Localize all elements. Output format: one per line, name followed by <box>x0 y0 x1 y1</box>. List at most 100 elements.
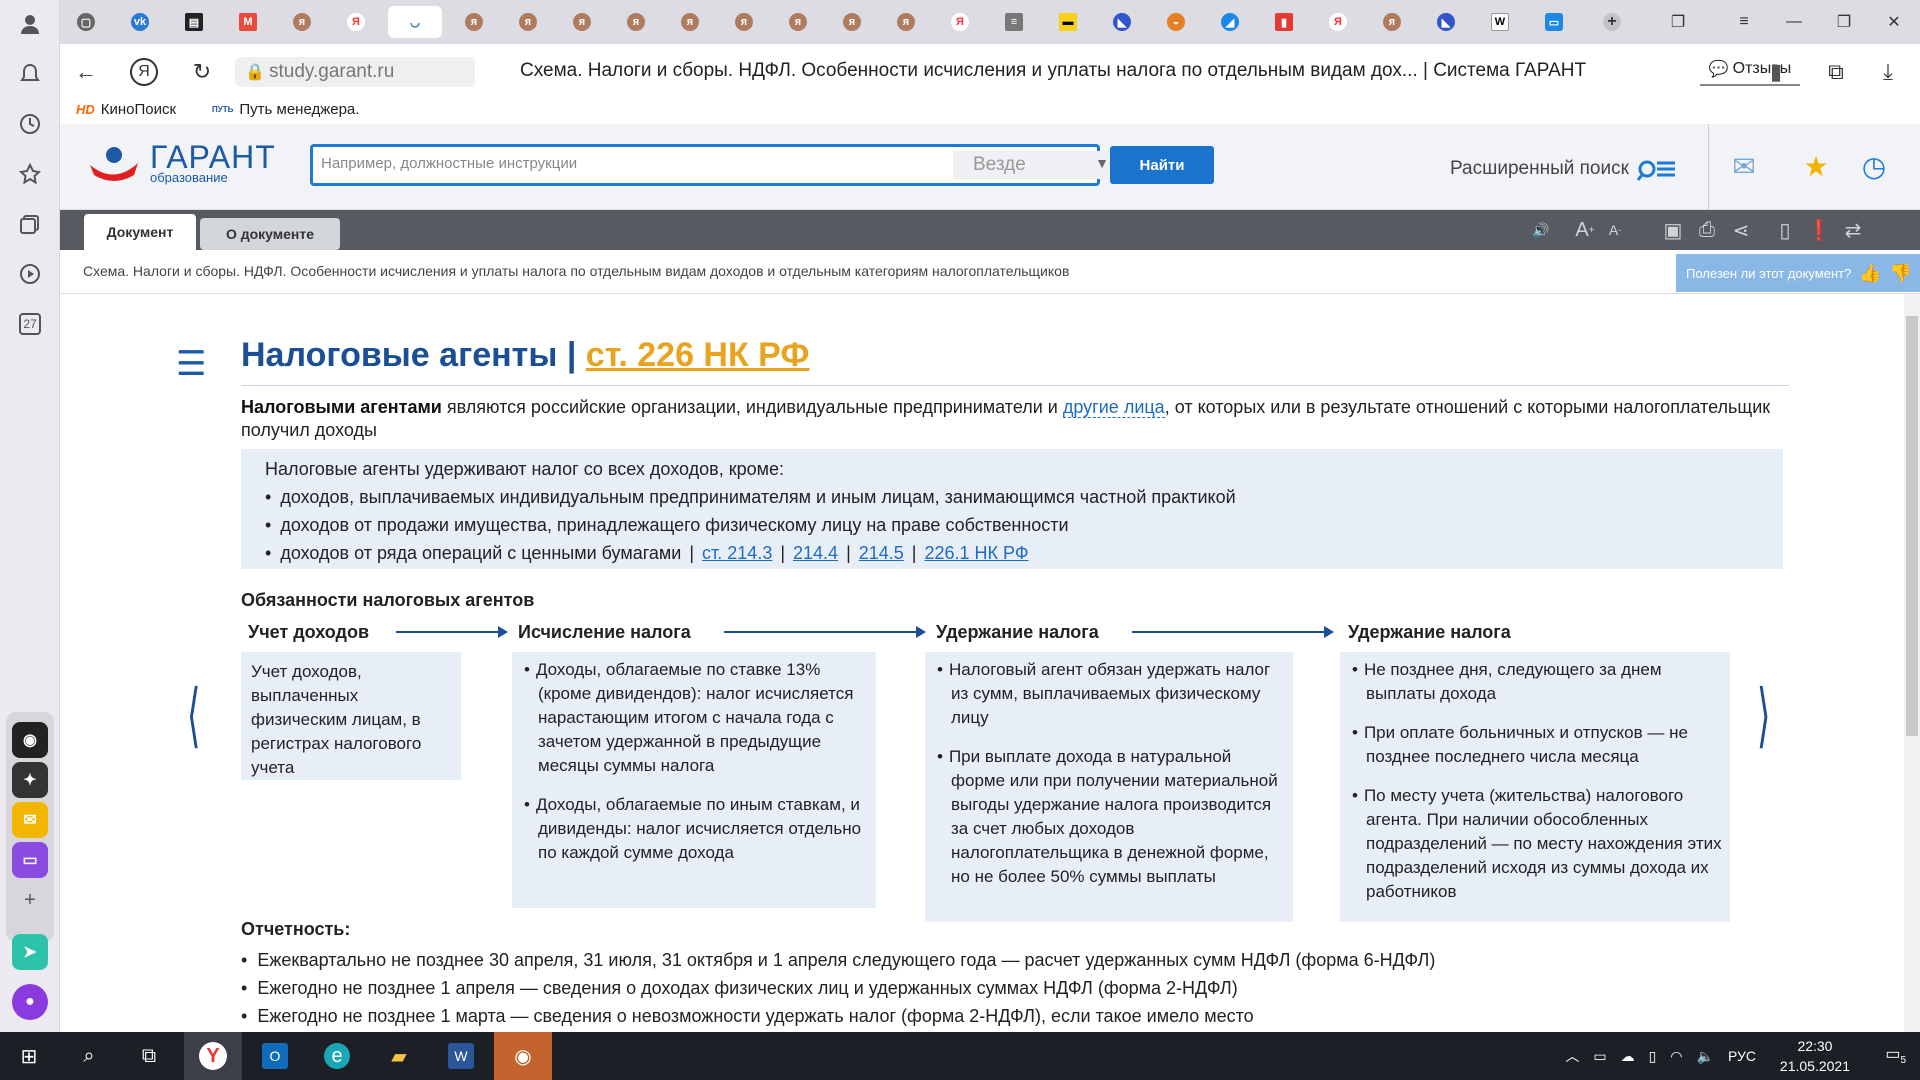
bookmark-manager-path[interactable]: ПУТЬ Путь менеджера. <box>212 101 359 118</box>
tab-wikipedia[interactable]: W <box>1478 6 1522 38</box>
tab-ya-avatar[interactable]: я <box>668 6 712 38</box>
messenger-app-icon[interactable]: ▭ <box>12 842 48 878</box>
tab-ya-avatar[interactable]: я <box>614 6 658 38</box>
tab-flag[interactable]: ◣ <box>1424 6 1468 38</box>
tab-beeline[interactable]: ▬ <box>1046 6 1090 38</box>
compare-arrows-icon[interactable]: ⇄ <box>1838 216 1868 244</box>
tab-flag[interactable]: ◣ <box>1100 6 1144 38</box>
collections-icon[interactable] <box>12 206 48 242</box>
font-decrease-icon[interactable]: A- <box>1600 216 1630 244</box>
app-icon[interactable]: ◉ <box>494 1032 552 1080</box>
tab-document[interactable]: Документ <box>84 214 196 250</box>
tab-vk[interactable]: vk <box>118 6 162 38</box>
other-persons-link[interactable]: другие лица <box>1062 397 1165 418</box>
messages-icon[interactable]: ✉ <box>1724 148 1764 184</box>
tab-ya-avatar[interactable]: я <box>776 6 820 38</box>
scrollbar-thumb[interactable] <box>1906 316 1918 736</box>
search-button[interactable]: Найти <box>1110 146 1214 184</box>
tab-about-document[interactable]: О документе <box>200 218 340 250</box>
share-icon[interactable]: ⋖ <box>1726 216 1756 244</box>
calendar-icon[interactable]: 27 <box>12 306 48 342</box>
windows-start-icon[interactable]: ⊞ <box>0 1032 58 1080</box>
tab-garant-active[interactable]: ◡ <box>388 6 442 38</box>
garant-logo[interactable]: ГАРАНТ образование <box>88 141 276 184</box>
tab-icon[interactable]: ▢ <box>64 6 108 38</box>
article-link[interactable]: 226.1 НК РФ <box>924 543 1028 563</box>
alice-app-icon[interactable]: ◉ <box>12 722 48 758</box>
notifications-icon[interactable]: ▭5 <box>1885 1044 1906 1066</box>
url-field[interactable]: 🔒 study.garant.ru <box>235 57 475 87</box>
profile-icon[interactable] <box>12 6 48 42</box>
mail-app-icon[interactable]: ✉ <box>12 802 48 838</box>
save-icon[interactable]: ▣ <box>1658 216 1688 244</box>
reload-icon[interactable]: ↻ <box>186 56 218 88</box>
tab-yandex[interactable]: Я <box>938 6 982 38</box>
clock[interactable]: 22:30 21.05.2021 <box>1780 1036 1850 1076</box>
add-app-icon[interactable]: + <box>12 882 48 918</box>
tab-pdf[interactable]: ▮ <box>1262 6 1306 38</box>
download-icon[interactable]: ⤓ <box>1872 56 1904 88</box>
tab-ya-avatar[interactable]: я <box>560 6 604 38</box>
bookmark-icon[interactable]: ▮ <box>1760 56 1792 88</box>
outlook-icon[interactable]: O <box>246 1032 304 1080</box>
tab-stack[interactable]: ≡ <box>992 6 1036 38</box>
bell-icon[interactable] <box>12 56 48 92</box>
heading-article-link[interactable]: ст. 226 НК РФ <box>586 336 810 374</box>
yandex-browser-icon[interactable]: Y <box>184 1032 242 1080</box>
alert-icon[interactable]: ❗ <box>1804 216 1834 244</box>
task-view-icon[interactable]: ⧉ <box>120 1032 178 1080</box>
yandex-icon[interactable]: Я <box>130 58 158 86</box>
tab-ya-avatar[interactable]: я <box>884 6 928 38</box>
tab-yandex[interactable]: Я <box>1316 6 1360 38</box>
volume-icon[interactable]: 🔈 <box>1697 1048 1714 1065</box>
tab-ya-avatar[interactable]: я <box>506 6 550 38</box>
thumbs-down-icon[interactable]: 👎 <box>1890 263 1912 284</box>
battery-icon[interactable]: ▯ <box>1649 1048 1657 1065</box>
tab-gmail[interactable]: M <box>226 6 270 38</box>
menu-icon[interactable]: ≡ <box>1726 8 1762 36</box>
print-icon[interactable]: ⎙ <box>1692 216 1722 244</box>
cloud-icon[interactable]: ☁ <box>1621 1048 1635 1065</box>
wifi-icon[interactable]: ◠ <box>1670 1048 1682 1065</box>
article-link[interactable]: ст. 214.3 <box>702 543 772 563</box>
search-icon[interactable]: ⌕ <box>60 1032 118 1080</box>
alice-voice-icon[interactable]: ● <box>12 984 48 1020</box>
word-icon[interactable]: W <box>432 1032 490 1080</box>
bookmark-doc-icon[interactable]: ▯ <box>1770 216 1800 244</box>
edge-icon[interactable]: e <box>308 1032 366 1080</box>
close-icon[interactable]: ✕ <box>1876 8 1912 36</box>
article-link[interactable]: 214.4 <box>793 543 838 563</box>
contents-menu-icon[interactable]: ☰ <box>176 344 206 384</box>
history-clock-icon[interactable]: ◷ <box>1854 148 1894 184</box>
star-icon[interactable] <box>12 156 48 192</box>
tab-ya-avatar[interactable]: я <box>830 6 874 38</box>
speech-icon[interactable]: 🔊 <box>1526 216 1556 244</box>
back-icon[interactable]: ← <box>70 56 102 88</box>
sparkle-app-icon[interactable]: ✦ <box>12 762 48 798</box>
scrollbar[interactable] <box>1904 294 1920 1032</box>
video-icon[interactable] <box>12 256 48 292</box>
tab-chat[interactable]: ▭ <box>1532 6 1576 38</box>
tab-dark[interactable]: ▤ <box>172 6 216 38</box>
article-link[interactable]: 214.5 <box>859 543 904 563</box>
device-icon[interactable]: ▭ <box>1593 1048 1606 1065</box>
tab-manager-icon[interactable]: ❐ <box>1660 8 1696 36</box>
tab-yandex[interactable]: Я <box>334 6 378 38</box>
tab-blue[interactable]: ◢ <box>1208 6 1252 38</box>
new-tab-button[interactable]: + <box>1590 6 1634 38</box>
thumbs-up-icon[interactable]: 👍 <box>1859 263 1881 284</box>
bookmark-kinopoisk[interactable]: HD КиноПоиск <box>76 101 176 118</box>
advanced-search-link[interactable]: Расширенный поиск <box>1450 156 1677 182</box>
search-input[interactable] <box>321 155 941 172</box>
carousel-next-icon[interactable]: ⟩ <box>1757 674 1771 756</box>
tab-ya-avatar[interactable]: я <box>722 6 766 38</box>
history-icon[interactable] <box>12 106 48 142</box>
chevron-up-icon[interactable]: ︿ <box>1565 1046 1579 1066</box>
file-explorer-icon[interactable]: ▰ <box>370 1032 428 1080</box>
send-app-icon[interactable]: ➤ <box>12 934 48 970</box>
reader-icon[interactable]: ⧉ <box>1820 56 1852 88</box>
tab-ya-avatar[interactable]: я <box>452 6 496 38</box>
font-increase-icon[interactable]: A + <box>1570 216 1600 244</box>
tab-ya-avatar[interactable]: я <box>280 6 324 38</box>
carousel-prev-icon[interactable]: ⟨ <box>187 674 201 756</box>
